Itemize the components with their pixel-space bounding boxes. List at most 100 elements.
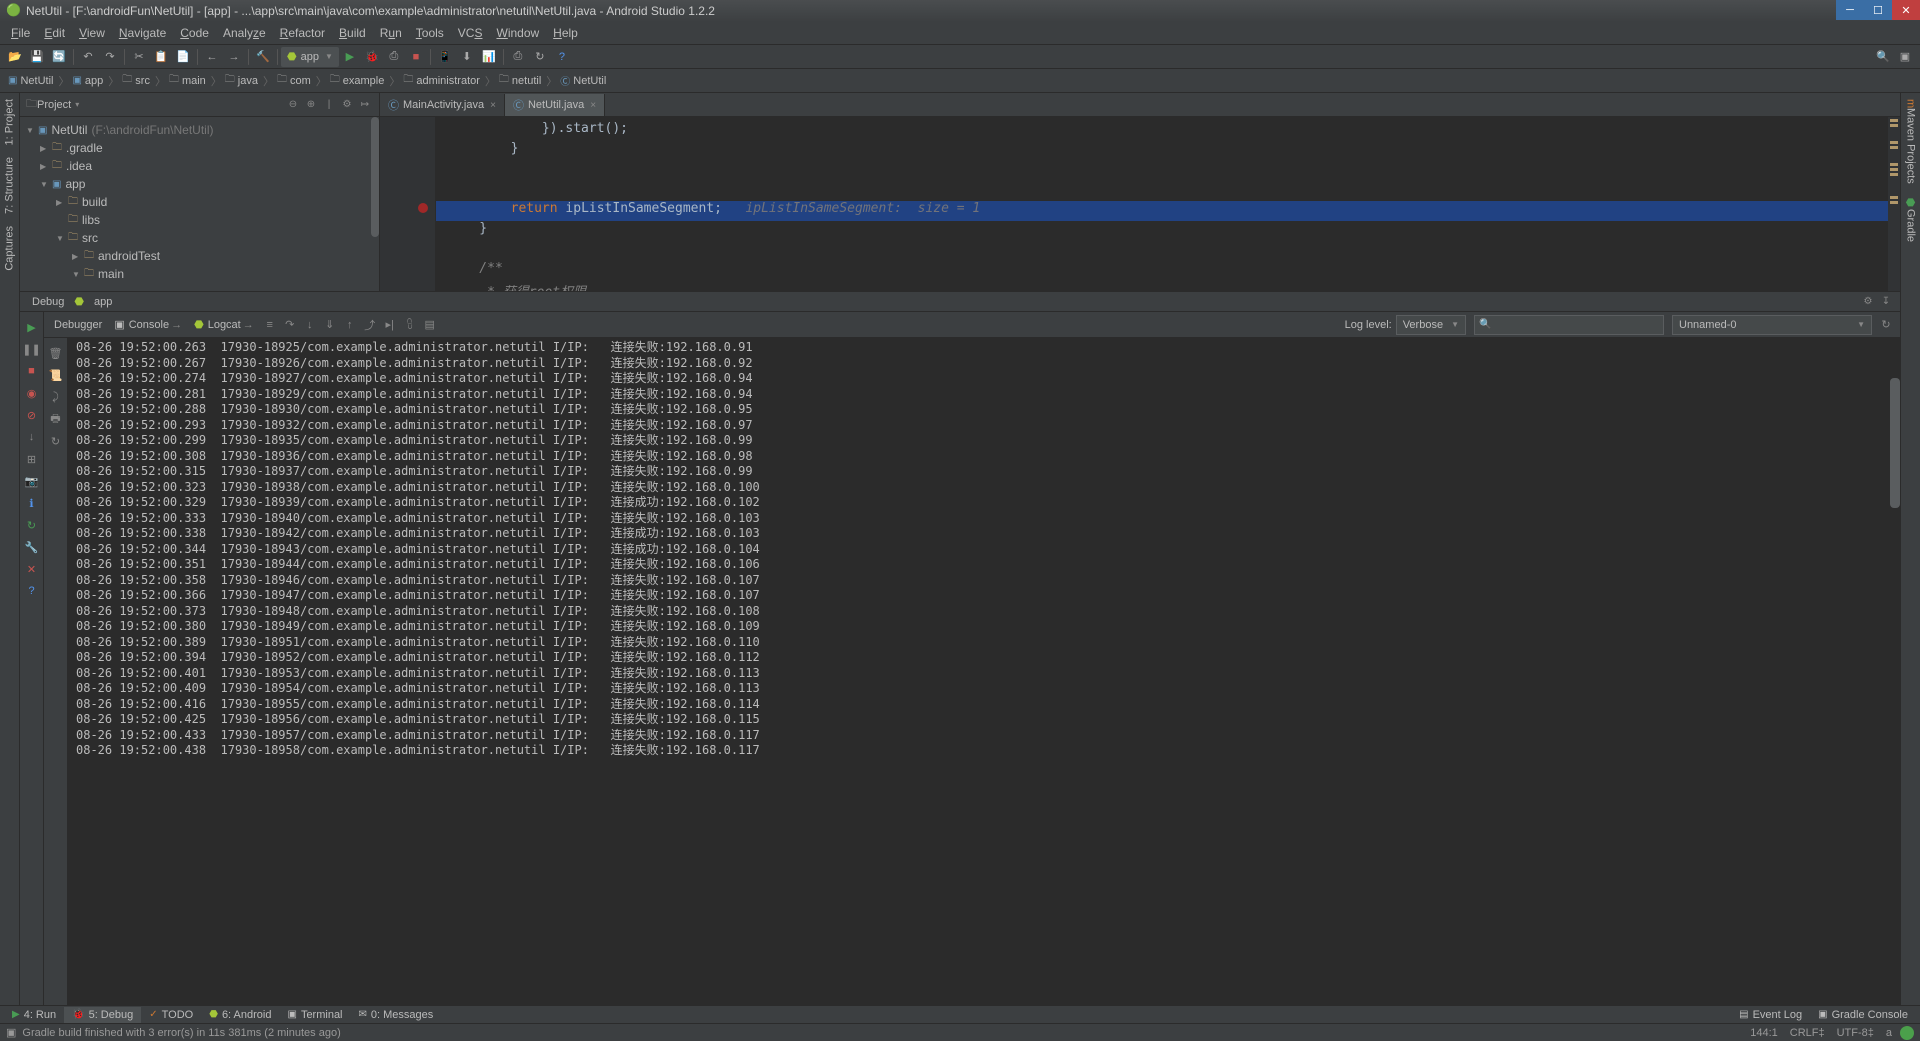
- btab-run[interactable]: ▶4: Run: [4, 1007, 64, 1023]
- rail-structure[interactable]: 7: Structure: [0, 151, 19, 220]
- copy-icon[interactable]: 📋: [151, 47, 171, 67]
- crumb-java[interactable]: 🗀java: [225, 72, 258, 89]
- redo-icon[interactable]: ↷: [100, 47, 120, 67]
- crumb-netutil-pkg[interactable]: 🗀netutil: [499, 72, 541, 89]
- scroll-end-icon[interactable]: 📜: [47, 366, 65, 384]
- code-line[interactable]: /**: [436, 261, 1888, 281]
- collapse-all-icon[interactable]: ⊖: [285, 97, 301, 113]
- stripe-warning-icon[interactable]: [1890, 163, 1898, 166]
- undo-icon[interactable]: ↶: [78, 47, 98, 67]
- crumb-com[interactable]: 🗀com: [277, 72, 311, 89]
- code-line[interactable]: }: [436, 141, 1888, 161]
- tree-node[interactable]: ▼▣app: [20, 175, 379, 193]
- menu-build[interactable]: Build: [332, 24, 373, 42]
- print-icon[interactable]: 🖶: [47, 410, 65, 428]
- loglevel-dropdown[interactable]: Verbose▼: [1396, 315, 1466, 335]
- soft-wrap-icon[interactable]: ⤸: [47, 388, 65, 406]
- editor-tab[interactable]: ⒸMainActivity.java×: [380, 94, 505, 116]
- code-line[interactable]: }).start();: [436, 121, 1888, 141]
- tree-node[interactable]: 🗀libs: [20, 211, 379, 229]
- rail-project[interactable]: 1: Project: [0, 93, 19, 151]
- close-button[interactable]: ✕: [1892, 0, 1920, 20]
- tree-root[interactable]: ▼▣NetUtil(F:\androidFun\NetUtil): [20, 121, 379, 139]
- stripe-warning-icon[interactable]: [1890, 124, 1898, 127]
- breakpoints-icon[interactable]: ◉: [23, 384, 41, 402]
- menu-help[interactable]: Help: [546, 24, 585, 42]
- system-info-icon[interactable]: ℹ: [23, 494, 41, 512]
- stripe-warning-icon[interactable]: [1890, 173, 1898, 176]
- debug-tab-label[interactable]: Debug: [26, 294, 70, 310]
- restart-icon[interactable]: ↻: [47, 432, 65, 450]
- help-icon[interactable]: ?: [23, 582, 41, 600]
- menu-navigate[interactable]: Navigate: [112, 24, 173, 42]
- menu-analyze[interactable]: Analyze: [216, 24, 273, 42]
- crumb-administrator[interactable]: 🗀administrator: [403, 72, 480, 89]
- menu-run[interactable]: Run: [373, 24, 409, 42]
- mute-breakpoints-icon[interactable]: ⊘: [23, 406, 41, 424]
- tree-node[interactable]: ▼🗀main: [20, 265, 379, 283]
- btab-gradle-console[interactable]: ▣Gradle Console: [1810, 1007, 1916, 1023]
- code-line[interactable]: return ipListInSameSegment; ipListInSame…: [436, 201, 1888, 221]
- rail-captures[interactable]: Captures: [0, 220, 19, 277]
- menu-refactor[interactable]: Refactor: [273, 24, 332, 42]
- step-out-icon[interactable]: ↑: [340, 315, 360, 335]
- cut-icon[interactable]: ✂: [129, 47, 149, 67]
- step-over-icon[interactable]: ↷: [280, 315, 300, 335]
- stripe-warning-icon[interactable]: [1890, 201, 1898, 204]
- rail-maven[interactable]: mMaven Projects: [1901, 93, 1920, 190]
- avd-icon[interactable]: 📱: [435, 47, 455, 67]
- btab-debug[interactable]: 🐞5: Debug: [64, 1007, 141, 1023]
- status-indicator-icon[interactable]: [1900, 1026, 1914, 1040]
- crumb-class[interactable]: ⒸNetUtil: [560, 73, 606, 88]
- filter-dropdown[interactable]: Unnamed-0▼: [1672, 315, 1872, 335]
- clear-log-icon[interactable]: 🗑: [47, 344, 65, 362]
- tree-node[interactable]: ▶🗀.idea: [20, 157, 379, 175]
- scroll-from-source-icon[interactable]: ⊕: [303, 97, 319, 113]
- subtab-console[interactable]: ▣Console →: [108, 316, 188, 333]
- stop-icon[interactable]: ■: [406, 47, 426, 67]
- code-line[interactable]: [436, 181, 1888, 201]
- tree-node[interactable]: ▼🗀src: [20, 229, 379, 247]
- back-icon[interactable]: ←: [202, 47, 222, 67]
- resume-icon[interactable]: ▶: [23, 318, 41, 336]
- hide-icon[interactable]: ↦: [357, 97, 373, 113]
- run-config-dropdown[interactable]: ⬣ app ▼: [281, 47, 339, 67]
- drop-frame-icon[interactable]: ⤴: [360, 315, 380, 335]
- forward-icon[interactable]: →: [224, 47, 244, 67]
- terminate-app-icon[interactable]: ↻: [23, 516, 41, 534]
- toggle-toolwindows-icon[interactable]: ▣: [6, 1026, 16, 1039]
- minimize-button[interactable]: ─: [1836, 0, 1864, 20]
- menu-view[interactable]: View: [72, 24, 112, 42]
- debug-icon[interactable]: 🐞: [362, 47, 382, 67]
- more-icon[interactable]: ▤: [420, 315, 440, 335]
- btab-terminal[interactable]: ▣Terminal: [279, 1007, 350, 1023]
- make-icon[interactable]: 🔨: [253, 47, 273, 67]
- rail-gradle[interactable]: ⬣Gradle: [1901, 190, 1920, 248]
- menu-code[interactable]: Code: [173, 24, 216, 42]
- dump-icon[interactable]: ↓: [23, 428, 41, 446]
- settings-icon[interactable]: ⚙: [1860, 294, 1876, 310]
- hide-icon[interactable]: ↧: [1878, 294, 1894, 310]
- force-step-into-icon[interactable]: ⇓: [320, 315, 340, 335]
- close-tab-icon[interactable]: ×: [490, 100, 496, 111]
- paste-icon[interactable]: 📄: [173, 47, 193, 67]
- stripe-warning-icon[interactable]: [1890, 141, 1898, 144]
- crumb-root[interactable]: ▣NetUtil: [8, 75, 53, 87]
- editor-tab[interactable]: ⒸNetUtil.java×: [505, 94, 605, 116]
- search-everywhere-icon[interactable]: 🔍: [1873, 47, 1893, 67]
- btab-android[interactable]: ⬣6: Android: [201, 1007, 279, 1023]
- pause-icon[interactable]: ❚❚: [23, 340, 41, 358]
- menu-vcs[interactable]: VCS: [451, 24, 490, 42]
- crumb-app[interactable]: ▣app: [72, 75, 103, 87]
- tree-scrollbar[interactable]: [371, 117, 379, 237]
- save-icon[interactable]: 💾: [27, 47, 47, 67]
- stripe-warning-icon[interactable]: [1890, 168, 1898, 171]
- readonly-lock-icon[interactable]: a: [1886, 1027, 1892, 1039]
- log-scrollbar[interactable]: [1890, 378, 1900, 508]
- step-into-icon[interactable]: ↓: [300, 315, 320, 335]
- crumb-example[interactable]: 🗀example: [330, 72, 385, 89]
- btab-messages[interactable]: ✉0: Messages: [351, 1007, 442, 1023]
- attach-icon[interactable]: ⎙: [384, 47, 404, 67]
- tree-node[interactable]: ▶🗀androidTest: [20, 247, 379, 265]
- menu-edit[interactable]: Edit: [37, 24, 72, 42]
